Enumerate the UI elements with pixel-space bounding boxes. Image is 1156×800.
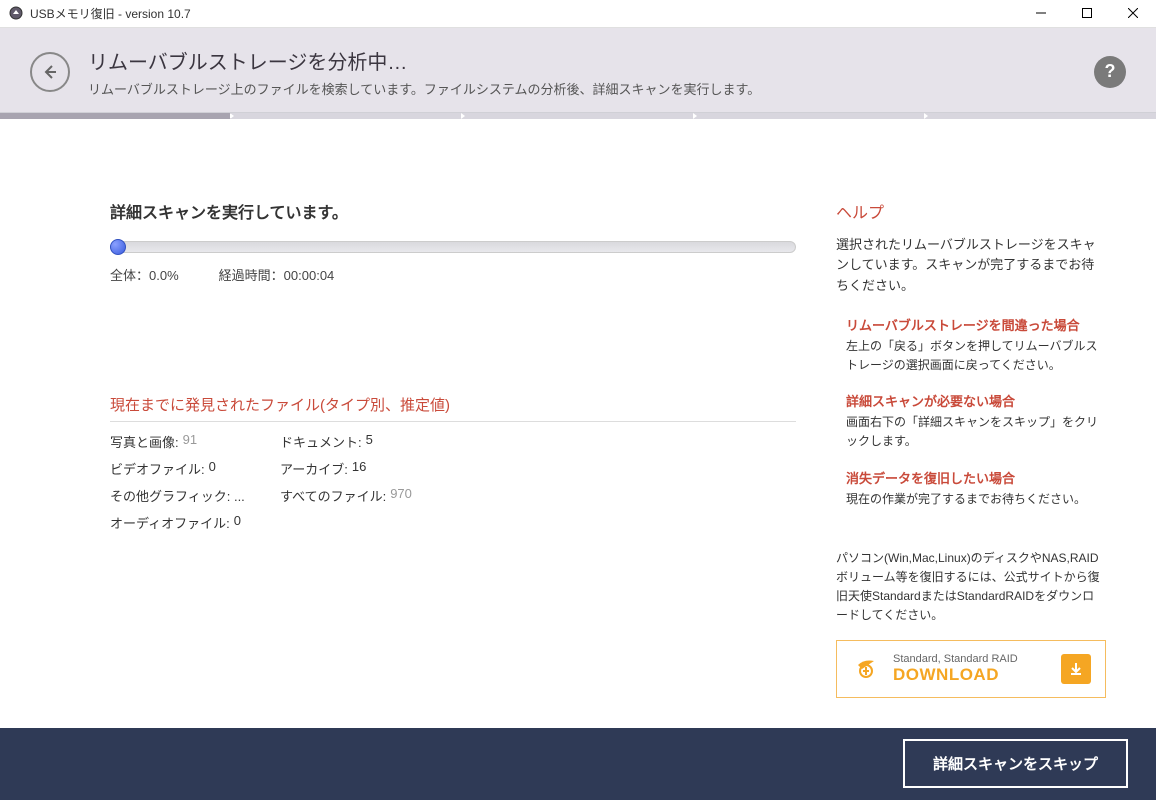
help-panel: ヘルプ 選択されたリムーバブルストレージをスキャンしています。スキャンが完了する… (836, 199, 1106, 698)
help-section-1-body: 左上の「戻る」ボタンを押してリムーバブルストレージの選択画面に戻ってください。 (836, 337, 1106, 375)
page-header: リムーバブルストレージを分析中… リムーバブルストレージ上のファイルを検索してい… (0, 28, 1156, 113)
help-title: ヘルプ (836, 199, 1106, 223)
help-section-1-title: リムーバブルストレージを間違った場合 (836, 315, 1106, 334)
maximize-button[interactable] (1064, 0, 1110, 27)
download-arrow-icon (1061, 654, 1091, 684)
promo-text: パソコン(Win,Mac,Linux)のディスクやNAS,RAIDボリューム等を… (836, 549, 1106, 626)
progress-thumb (110, 239, 126, 255)
step-5 (925, 113, 1156, 119)
archive-row: アーカイブ: 16 (280, 459, 796, 478)
audio-row: オーディオファイル: 0 (110, 513, 270, 532)
skip-scan-button[interactable]: 詳細スキャンをスキップ (903, 739, 1128, 788)
page-title: リムーバブルストレージを分析中… (88, 46, 1076, 75)
files-grid: 写真と画像: 91 ドキュメント: 5 ビデオファイル: 0 アーカイブ: 16… (110, 432, 796, 532)
video-row: ビデオファイル: 0 (110, 459, 270, 478)
other-graphics-row: その他グラフィック: ... (110, 486, 270, 505)
app-icon (8, 5, 24, 21)
footer-bar: 詳細スキャンをスキップ (0, 728, 1156, 800)
scan-progress (110, 241, 796, 253)
step-4 (694, 113, 925, 119)
photos-row: 写真と画像: 91 (110, 432, 270, 451)
title-bar: USBメモリ復旧 - version 10.7 (0, 0, 1156, 28)
scan-status-title: 詳細スキャンを実行しています。 (110, 199, 796, 223)
all-files-row: すべてのファイル: 970 (280, 486, 796, 505)
help-section-3-title: 消失データを復旧したい場合 (836, 468, 1106, 487)
help-section-2-body: 画面右下の「詳細スキャンをスキップ」をクリックします。 (836, 413, 1106, 451)
help-button[interactable]: ? (1094, 56, 1126, 88)
window-controls (1018, 0, 1156, 27)
download-title: DOWNLOAD (893, 665, 1049, 685)
minimize-button[interactable] (1018, 0, 1064, 27)
main-panel: 詳細スキャンを実行しています。 全体：0.0% 経過時間：00:00:04 現在… (110, 199, 796, 698)
question-icon: ? (1105, 61, 1116, 82)
step-3 (462, 113, 693, 119)
overall-progress: 全体：0.0% (110, 265, 179, 284)
help-section-2-title: 詳細スキャンが必要ない場合 (836, 391, 1106, 410)
content-area: 詳細スキャンを実行しています。 全体：0.0% 経過時間：00:00:04 現在… (0, 119, 1156, 728)
wing-icon (851, 654, 881, 684)
step-progress-bar (0, 113, 1156, 119)
back-button[interactable] (30, 52, 70, 92)
progress-track (110, 241, 796, 253)
found-files-title: 現在までに発見されたファイル(タイプ別、推定値) (110, 394, 796, 415)
download-subtitle: Standard, Standard RAID (893, 653, 1049, 665)
window-title: USBメモリ復旧 - version 10.7 (30, 5, 1018, 22)
download-button[interactable]: Standard, Standard RAID DOWNLOAD (836, 640, 1106, 698)
progress-stats: 全体：0.0% 経過時間：00:00:04 (110, 265, 796, 284)
docs-row: ドキュメント: 5 (280, 432, 796, 451)
arrow-left-icon (41, 63, 59, 81)
close-button[interactable] (1110, 0, 1156, 27)
header-text: リムーバブルストレージを分析中… リムーバブルストレージ上のファイルを検索してい… (88, 46, 1076, 98)
help-intro: 選択されたリムーバブルストレージをスキャンしています。スキャンが完了するまでお待… (836, 235, 1106, 297)
help-section-3-body: 現在の作業が完了するまでお待ちください。 (836, 490, 1106, 509)
divider (110, 421, 796, 422)
page-subtitle: リムーバブルストレージ上のファイルを検索しています。ファイルシステムの分析後、詳… (88, 79, 1076, 98)
download-text: Standard, Standard RAID DOWNLOAD (893, 653, 1049, 685)
step-2 (231, 113, 462, 119)
elapsed-time: 経過時間：00:00:04 (219, 265, 335, 284)
step-1 (0, 113, 231, 119)
